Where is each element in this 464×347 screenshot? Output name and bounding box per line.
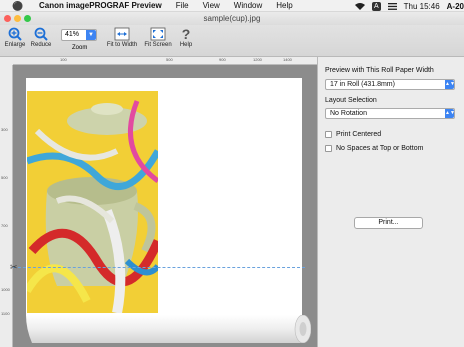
print-centered-checkbox[interactable] [325, 131, 332, 138]
menu-bar: ⚫ Canon imagePROGRAF Preview File View W… [0, 0, 464, 12]
reduce-label: Reduce [30, 42, 52, 48]
ruler-tick: 900 [219, 57, 226, 62]
menu-list-icon[interactable] [387, 2, 397, 10]
apple-menu-icon[interactable]: ⚫ [12, 0, 23, 12]
fit-to-width-label: Fit to Width [106, 42, 138, 48]
reduce-button[interactable]: Reduce [29, 27, 53, 48]
zoom-out-icon [34, 27, 48, 41]
roll-paper-width-label: Preview with This Roll Paper Width [325, 67, 434, 74]
zoom-label: Zoom [72, 45, 88, 51]
ruler-tick: 700 [1, 223, 8, 228]
input-source-badge[interactable]: A [371, 1, 381, 11]
fit-screen-icon [150, 27, 166, 41]
minimize-window-icon[interactable] [14, 15, 21, 22]
chevron-updown-icon[interactable]: ▲▼ [445, 109, 455, 118]
ruler-tick: 1400 [283, 57, 292, 62]
print-button[interactable]: Print... [354, 217, 423, 229]
cut-line [13, 267, 305, 268]
fit-to-width-button[interactable]: Fit to Width [104, 27, 140, 48]
help-button[interactable]: ? Help [177, 27, 195, 48]
help-label: Help [179, 42, 193, 48]
ruler-tick: 500 [1, 175, 8, 180]
zoom-select[interactable]: 41% ▼ [61, 29, 97, 41]
toolbar: Enlarge Reduce 41% ▼ Zoom Fit to Width F… [0, 25, 464, 57]
roll-paper-width-value: 17 in Roll (431.8mm) [330, 81, 395, 88]
window-titlebar: sample(cup).jpg [0, 12, 464, 25]
layout-selection-value: No Rotation [330, 110, 367, 117]
menu-view[interactable]: View [203, 1, 220, 10]
fit-screen-label: Fit Screen [144, 42, 172, 48]
enlarge-label: Enlarge [4, 42, 26, 48]
ruler-tick: 1200 [253, 57, 262, 62]
window-title: sample(cup).jpg [203, 14, 261, 23]
roll-paper-width-select[interactable]: 17 in Roll (431.8mm) ▲▼ [325, 79, 455, 90]
menu-extra-truncated[interactable]: A-20 [447, 2, 464, 11]
help-icon: ? [181, 26, 191, 42]
ruler-left: 300 500 700 1000 1100 [0, 65, 13, 347]
fit-screen-button[interactable]: Fit Screen [141, 27, 175, 48]
app-menu[interactable]: Canon imagePROGRAF Preview [39, 1, 162, 10]
print-centered-label: Print Centered [336, 131, 382, 138]
no-spaces-option[interactable]: No Spaces at Top or Bottom [325, 145, 423, 152]
print-centered-option[interactable]: Print Centered [325, 131, 381, 138]
ruler-tick: 100 [60, 57, 67, 62]
ruler-tick: 1100 [1, 311, 10, 316]
cup-photo-illustration [27, 91, 158, 313]
menu-file[interactable]: File [176, 1, 189, 10]
preview-area[interactable]: 100 500 900 1200 1400 300 500 700 1000 1… [0, 57, 317, 347]
clock[interactable]: Thu 15:46 [404, 2, 440, 11]
fit-width-icon [114, 27, 130, 41]
wifi-icon[interactable] [354, 2, 365, 10]
ruler-corner [0, 57, 13, 65]
zoom-value: 41% [65, 31, 80, 38]
enlarge-button[interactable]: Enlarge [3, 27, 27, 48]
ruler-top: 100 500 900 1200 1400 [13, 57, 317, 65]
no-spaces-label: No Spaces at Top or Bottom [336, 145, 424, 152]
chevron-down-icon[interactable]: ▼ [86, 30, 96, 40]
ruler-tick: 500 [166, 57, 173, 62]
roll-paper-graphic [26, 315, 311, 343]
zoom-window-icon[interactable] [24, 15, 31, 22]
layout-selection-label: Layout Selection [325, 97, 377, 104]
settings-panel: Preview with This Roll Paper Width 17 in… [317, 57, 464, 347]
image-preview[interactable] [27, 91, 158, 313]
no-spaces-checkbox[interactable] [325, 145, 332, 152]
ruler-tick: 1000 [1, 287, 10, 292]
ruler-tick: 300 [1, 127, 8, 132]
menu-window[interactable]: Window [234, 1, 262, 10]
zoom-in-icon [8, 27, 22, 41]
layout-selection-select[interactable]: No Rotation ▲▼ [325, 108, 455, 119]
chevron-updown-icon[interactable]: ▲▼ [445, 80, 455, 89]
menu-help[interactable]: Help [276, 1, 292, 10]
scissors-icon: ✂ [10, 262, 18, 272]
close-window-icon[interactable] [4, 15, 11, 22]
